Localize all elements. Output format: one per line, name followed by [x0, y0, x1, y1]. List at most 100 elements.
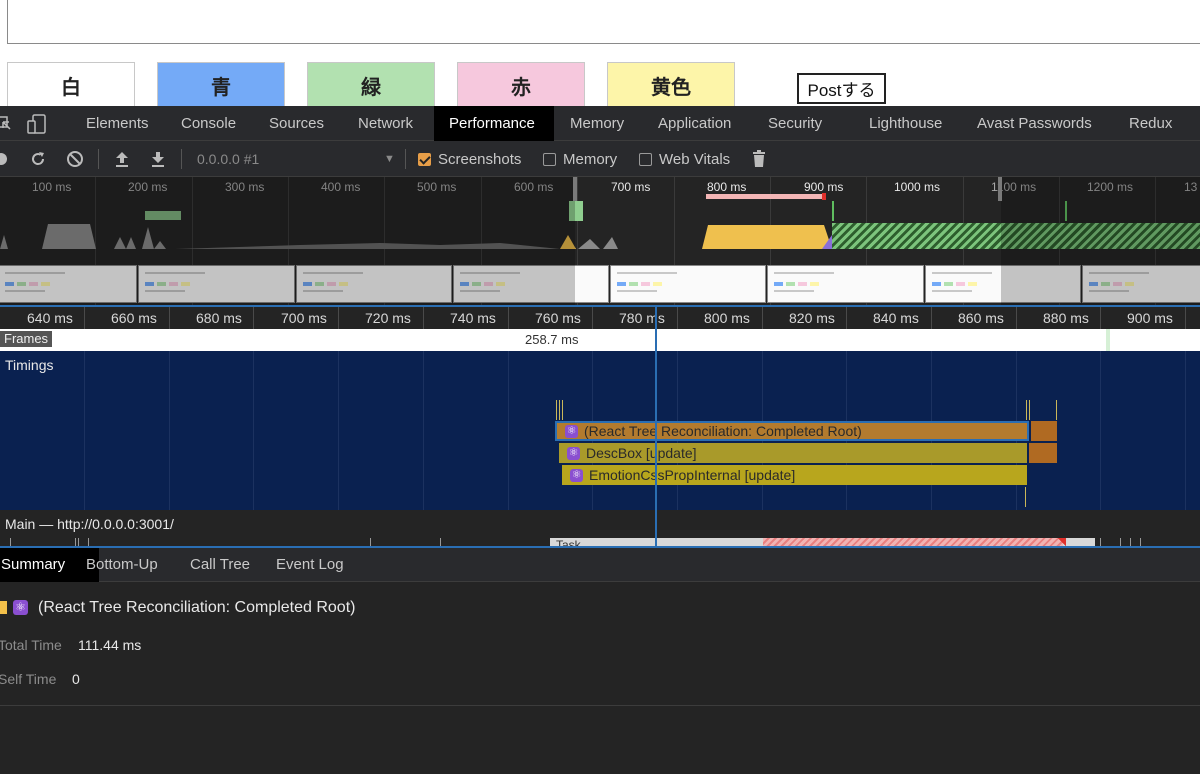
main-thread-track[interactable]: Main — http://0.0.0.0:3001/ Task: [0, 510, 1200, 546]
checkbox-checked-icon: [418, 152, 431, 166]
color-button-red[interactable]: 赤: [457, 62, 585, 106]
ruler-tick: 900 ms: [1127, 310, 1173, 326]
devtools-tab-bar: Elements Console Sources Network Perform…: [0, 106, 1200, 141]
main-thread-label: Main — http://0.0.0.0:3001/: [5, 516, 174, 532]
ruler-tick: 720 ms: [365, 310, 411, 326]
trash-icon[interactable]: [752, 141, 766, 177]
playhead-cursor: [655, 305, 657, 547]
toolbar-divider: [181, 149, 182, 169]
task-label: Task: [556, 538, 581, 546]
total-time-label: Total Time: [0, 637, 62, 653]
overview-tick: 1000 ms: [894, 180, 941, 194]
tab-memory[interactable]: Memory: [555, 106, 639, 141]
ruler-tick: 700 ms: [281, 310, 327, 326]
frames-track[interactable]: Frames 258.7 ms: [0, 329, 1200, 351]
ruler-tick: 800 ms: [704, 310, 750, 326]
memory-checkbox[interactable]: Memory: [543, 141, 617, 177]
chevron-down-icon[interactable]: ▼: [384, 141, 395, 177]
clear-icon[interactable]: [66, 141, 84, 177]
toolbar-divider: [98, 149, 99, 169]
frames-track-label: Frames: [0, 331, 53, 347]
device-toolbar-icon[interactable]: [26, 114, 48, 139]
tab-event-log[interactable]: Event Log: [263, 548, 357, 582]
color-button-yellow[interactable]: 黄色: [607, 62, 735, 106]
tab-network[interactable]: Network: [343, 106, 428, 141]
timing-bar-descbox-commit[interactable]: [1029, 443, 1057, 463]
ruler-tick: 660 ms: [111, 310, 157, 326]
overview-tick: 700 ms: [611, 180, 651, 194]
selection-handle-left[interactable]: [573, 177, 577, 201]
self-time-label: Self Time: [0, 671, 57, 687]
frame-duration: 258.7 ms: [525, 332, 579, 347]
record-icon[interactable]: [0, 141, 8, 177]
react-icon: ⚛: [570, 468, 583, 482]
ruler-tick: 780 ms: [619, 310, 665, 326]
overview-unselected-region: [1001, 177, 1200, 305]
color-button-white[interactable]: 白: [7, 62, 135, 106]
tab-security[interactable]: Security: [753, 106, 837, 141]
network-request-marker: [822, 193, 826, 200]
text-area[interactable]: [7, 0, 1200, 44]
screenshots-checkbox[interactable]: Screenshots: [418, 141, 521, 177]
tab-avast-passwords[interactable]: Avast Passwords: [962, 106, 1107, 141]
post-button[interactable]: Postする: [797, 73, 886, 104]
react-icon: ⚛: [13, 600, 28, 615]
tab-application[interactable]: Application: [643, 106, 746, 141]
download-icon[interactable]: [150, 141, 166, 177]
ruler-tick: 760 ms: [535, 310, 581, 326]
self-time-value: 0: [72, 671, 80, 687]
timings-track: Timings ⚛ (React Tree Reconciliation: Co…: [0, 351, 1200, 510]
profile-select[interactable]: 0.0.0.0 #1: [197, 141, 259, 177]
page-viewport: 白 青 緑 赤 黄色 Postする: [0, 0, 1200, 106]
details-tab-bar: Summary Bottom-Up Call Tree Event Log: [0, 548, 1200, 582]
ruler-tick: 680 ms: [196, 310, 242, 326]
toolbar-divider: [405, 149, 406, 169]
tab-performance[interactable]: Performance: [434, 106, 554, 141]
web-vitals-checkbox[interactable]: Web Vitals: [639, 141, 730, 177]
screenshot-thumbnail[interactable]: [610, 265, 766, 303]
frame-marker: [1106, 329, 1110, 351]
ruler-tick: 840 ms: [873, 310, 919, 326]
color-button-green[interactable]: 緑: [307, 62, 435, 106]
ruler-tick: 820 ms: [789, 310, 835, 326]
screenshot-thumbnail[interactable]: [767, 265, 924, 303]
tab-redux[interactable]: Redux: [1114, 106, 1187, 141]
timing-bar-emotion-update[interactable]: ⚛ EmotionCssPropInternal [update]: [562, 465, 1027, 485]
inspect-element-icon[interactable]: [0, 114, 12, 137]
timing-bar-descbox-update[interactable]: ⚛ DescBox [update]: [559, 443, 1027, 463]
reload-icon[interactable]: [29, 141, 47, 177]
network-request-bar: [706, 194, 823, 199]
react-icon: ⚛: [565, 424, 578, 438]
overview-tick: 800 ms: [707, 180, 747, 194]
long-task-marker: [1058, 538, 1066, 546]
checkbox-unchecked-icon: [639, 152, 652, 166]
category-swatch: [0, 601, 7, 614]
long-task-hatch: [763, 538, 1063, 546]
total-time-value: 111.44 ms: [78, 637, 142, 653]
tab-elements[interactable]: Elements: [71, 106, 164, 141]
tab-call-tree[interactable]: Call Tree: [177, 548, 263, 582]
ruler-tick: 740 ms: [450, 310, 496, 326]
timeline-overview[interactable]: 100 ms 200 ms 300 ms 400 ms 500 ms 600 m…: [0, 177, 1200, 305]
performance-toolbar: 0.0.0.0 #1 ▼ Screenshots Memory Web Vita…: [0, 141, 1200, 177]
tab-sources[interactable]: Sources: [254, 106, 339, 141]
overview-tick: 900 ms: [804, 180, 844, 194]
timing-bar-react-reconciliation[interactable]: ⚛ (React Tree Reconciliation: Completed …: [555, 421, 1029, 441]
ruler-tick: 640 ms: [27, 310, 73, 326]
summary-title: (React Tree Reconciliation: Completed Ro…: [38, 599, 356, 616]
time-ruler: 640 ms 660 ms 680 ms 700 ms 720 ms 740 m…: [0, 305, 1200, 329]
timings-track-label: Timings: [5, 357, 54, 373]
overview-unselected-region: [0, 177, 575, 305]
react-icon: ⚛: [567, 446, 580, 460]
upload-icon[interactable]: [114, 141, 130, 177]
color-button-blue[interactable]: 青: [157, 62, 285, 106]
timing-bar-react-commit[interactable]: [1031, 421, 1057, 441]
ruler-tick: 880 ms: [1043, 310, 1089, 326]
ruler-tick: 860 ms: [958, 310, 1004, 326]
tab-lighthouse[interactable]: Lighthouse: [854, 106, 957, 141]
selection-handle-right[interactable]: [998, 177, 1002, 201]
tab-console[interactable]: Console: [166, 106, 251, 141]
checkbox-unchecked-icon: [543, 152, 556, 166]
summary-panel: ⚛ (React Tree Reconciliation: Completed …: [0, 582, 1200, 706]
tab-bottom-up[interactable]: Bottom-Up: [73, 548, 171, 582]
